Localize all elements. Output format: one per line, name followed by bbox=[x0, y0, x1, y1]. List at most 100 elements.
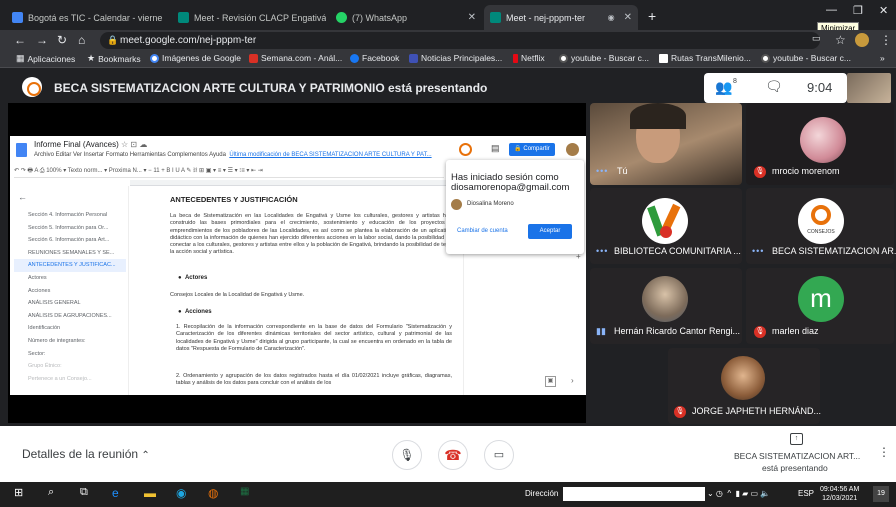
presenter-name[interactable]: BECA SISTEMATIZACION ART... bbox=[734, 451, 860, 461]
chrome-icon[interactable]: ◍ bbox=[208, 486, 218, 500]
profile-avatar[interactable] bbox=[855, 33, 869, 47]
end-call-button[interactable]: ☎ bbox=[438, 440, 468, 470]
cast-icon[interactable]: ▭ bbox=[812, 33, 821, 44]
outline-item[interactable]: Identificación bbox=[14, 322, 126, 335]
outline-item[interactable]: Sección 6. Información para Art... bbox=[14, 234, 126, 247]
doc-bullet-actores: ● Actores bbox=[178, 275, 208, 281]
minimize-icon[interactable]: — bbox=[826, 4, 837, 16]
tab-calendar[interactable]: Bogotá es TIC - Calendar - vierne ✕ bbox=[6, 5, 164, 30]
outline-item[interactable]: ANÁLISIS DE AGRUPACIONES... bbox=[14, 310, 126, 323]
doc-title[interactable]: Informe Final (Avances) ☆ ⊡ ☁ bbox=[34, 140, 147, 149]
outline-item[interactable]: Actores bbox=[14, 272, 126, 285]
forward-icon[interactable]: → bbox=[36, 33, 48, 47]
bookmark-google-images[interactable]: Imágenes de Google bbox=[150, 53, 241, 63]
participant-name: JORGE JAPHETH HERNÁND... bbox=[692, 406, 822, 416]
doc-paragraph: Consejos Locales de la Localidad de Enga… bbox=[170, 292, 305, 298]
home-icon[interactable]: ⌂ bbox=[78, 33, 85, 47]
reload-icon[interactable]: ↻ bbox=[57, 33, 67, 47]
tab-whatsapp[interactable]: (7) WhatsApp ✕ bbox=[330, 5, 482, 30]
tab-meet-revision[interactable]: Meet - Revisión CLACP Engativá ✕ bbox=[172, 5, 326, 30]
participant-avatar bbox=[800, 117, 846, 163]
close-icon[interactable]: ✕ bbox=[624, 12, 632, 23]
window-close-icon[interactable]: ✕ bbox=[879, 4, 888, 17]
participants-icon[interactable]: 👥 bbox=[715, 79, 732, 96]
bookmark-youtube-2[interactable]: youtube - Buscar c... bbox=[761, 53, 851, 63]
notification-badge[interactable]: 19 bbox=[873, 486, 889, 502]
comment-icon[interactable]: ▤ bbox=[491, 143, 500, 154]
back-icon[interactable]: ← bbox=[14, 33, 26, 47]
participant-name: BIBLIOTECA COMUNITARIA ... bbox=[614, 246, 741, 256]
whatsapp-icon bbox=[336, 12, 347, 23]
menu-icon[interactable]: ⋮ bbox=[880, 33, 892, 47]
address-bar[interactable]: 🔒 meet.google.com/nej-pppm-ter bbox=[100, 32, 820, 49]
change-account-button[interactable]: Cambiar de cuenta bbox=[457, 228, 508, 234]
tray-icons[interactable]: ⌄ ◷ ^ ▮ ▰ ▭ 🔈 bbox=[707, 489, 770, 498]
participant-name: mrocio morenom bbox=[772, 166, 840, 176]
meeting-details-button[interactable]: Detalles de la reunión ⌃ bbox=[22, 447, 150, 461]
user-avatar[interactable] bbox=[566, 143, 579, 156]
edge-icon[interactable]: e bbox=[112, 486, 119, 500]
bookmark-facebook[interactable]: Facebook bbox=[350, 53, 399, 63]
task-view-icon[interactable]: ⧉ bbox=[80, 486, 88, 499]
bookmark-netflix[interactable]: Netflix bbox=[513, 53, 545, 63]
file-explorer-icon[interactable]: ▬ bbox=[144, 486, 156, 500]
outline-item[interactable]: Acciones bbox=[14, 285, 126, 298]
url-text: meet.google.com/nej-pppm-ter bbox=[120, 35, 257, 46]
address-toolbar-label: Dirección bbox=[525, 489, 559, 498]
microphone-button[interactable]: 🎙 bbox=[392, 440, 422, 470]
audio-level-icon: ••• bbox=[596, 246, 609, 256]
search-icon[interactable]: ⌕ bbox=[48, 486, 54, 499]
outline-item[interactable]: Sector: bbox=[14, 348, 126, 361]
outline-item[interactable]: REUNIONES SEMANALES Y SE... bbox=[14, 247, 126, 260]
outline-item[interactable]: Pertenece a un Consejo... bbox=[14, 373, 126, 386]
excel-icon[interactable]: ▦ bbox=[240, 486, 249, 497]
bookmark-youtube-1[interactable]: youtube - Buscar c... bbox=[559, 53, 649, 63]
outline-item[interactable]: ANÁLISIS GENERAL bbox=[14, 297, 126, 310]
app-icon[interactable]: ◉ bbox=[176, 486, 186, 500]
bookmark-noticias[interactable]: Noticias Principales... bbox=[409, 53, 502, 63]
presenting-title: BECA SISTEMATIZACION ARTE CULTURA Y PATR… bbox=[54, 81, 488, 95]
accept-button[interactable]: Aceptar bbox=[528, 224, 572, 239]
outline-item[interactable]: Sección 4. Información Personal bbox=[14, 209, 126, 222]
collaborator-avatar[interactable] bbox=[459, 143, 472, 156]
bookmark-transmilenio[interactable]: Rutas TransMilenio... bbox=[659, 53, 751, 63]
chevron-right-icon[interactable]: › bbox=[571, 376, 574, 385]
participant-avatar bbox=[642, 276, 688, 322]
outline-item[interactable]: Sección 5. Información para Or... bbox=[14, 222, 126, 235]
new-tab-button[interactable]: + bbox=[648, 8, 656, 24]
doc-toolbar[interactable]: ↶ ↷ 🖶 A ⎙ 100% ▾ Texto norm... ▾ Proxima… bbox=[14, 166, 444, 178]
star-icon[interactable]: ☆ bbox=[835, 33, 846, 47]
presenter-logo bbox=[22, 77, 42, 97]
explore-icon[interactable]: ▣ bbox=[545, 376, 556, 387]
outline-item[interactable]: ANTECEDENTES Y JUSTIFICAC... bbox=[14, 259, 126, 272]
language-indicator[interactable]: ESP bbox=[798, 489, 814, 498]
tab-label: Bogotá es TIC - Calendar - vierne bbox=[28, 12, 163, 23]
restore-icon[interactable]: ❐ bbox=[853, 4, 863, 17]
camera-button[interactable]: ▭ bbox=[484, 440, 514, 470]
more-options-icon[interactable]: ⋮ bbox=[878, 445, 890, 459]
semana-icon bbox=[249, 53, 258, 63]
system-clock[interactable]: 09:04:56 AM 12/03/2021 bbox=[820, 485, 859, 503]
mic-off-icon: 🎙 bbox=[754, 326, 766, 338]
bookmark-bookmarks[interactable]: ★ Bookmarks bbox=[87, 53, 141, 64]
participant-name: BECA SISTEMATIZACION AR... bbox=[772, 246, 896, 256]
participant-tile-marlen[interactable]: m bbox=[746, 268, 894, 344]
bookmark-semana[interactable]: Semana.com - Anál... bbox=[249, 53, 342, 63]
participant-tile-you[interactable] bbox=[590, 103, 742, 185]
bookmarks-overflow[interactable]: » bbox=[880, 53, 885, 63]
participant-initial-avatar: m bbox=[798, 276, 844, 322]
tab-meet-current[interactable]: Meet - nej-pppm-ter ◉ ✕ bbox=[484, 5, 638, 30]
star-icon[interactable]: ☆ ⊡ ☁ bbox=[121, 140, 147, 149]
outline-item[interactable]: Número de integrantes: bbox=[14, 335, 126, 348]
doc-menu[interactable]: Archivo Editar Ver Insertar Formato Herr… bbox=[34, 152, 432, 158]
lock-icon: 🔒 bbox=[107, 35, 119, 45]
star-icon: ★ bbox=[87, 53, 96, 63]
transmilenio-icon bbox=[659, 53, 668, 63]
outline-item[interactable]: Grupo Étnico: bbox=[14, 360, 126, 373]
share-button[interactable]: 🔒 Compartir bbox=[509, 143, 555, 156]
windows-start-icon[interactable]: ⊞ bbox=[14, 486, 23, 499]
chat-icon[interactable]: 🗨 bbox=[765, 78, 783, 95]
address-toolbar-input[interactable] bbox=[563, 487, 705, 501]
bookmark-apps[interactable]: ▦ Aplicaciones bbox=[16, 53, 75, 64]
close-icon[interactable]: ✕ bbox=[468, 12, 476, 23]
